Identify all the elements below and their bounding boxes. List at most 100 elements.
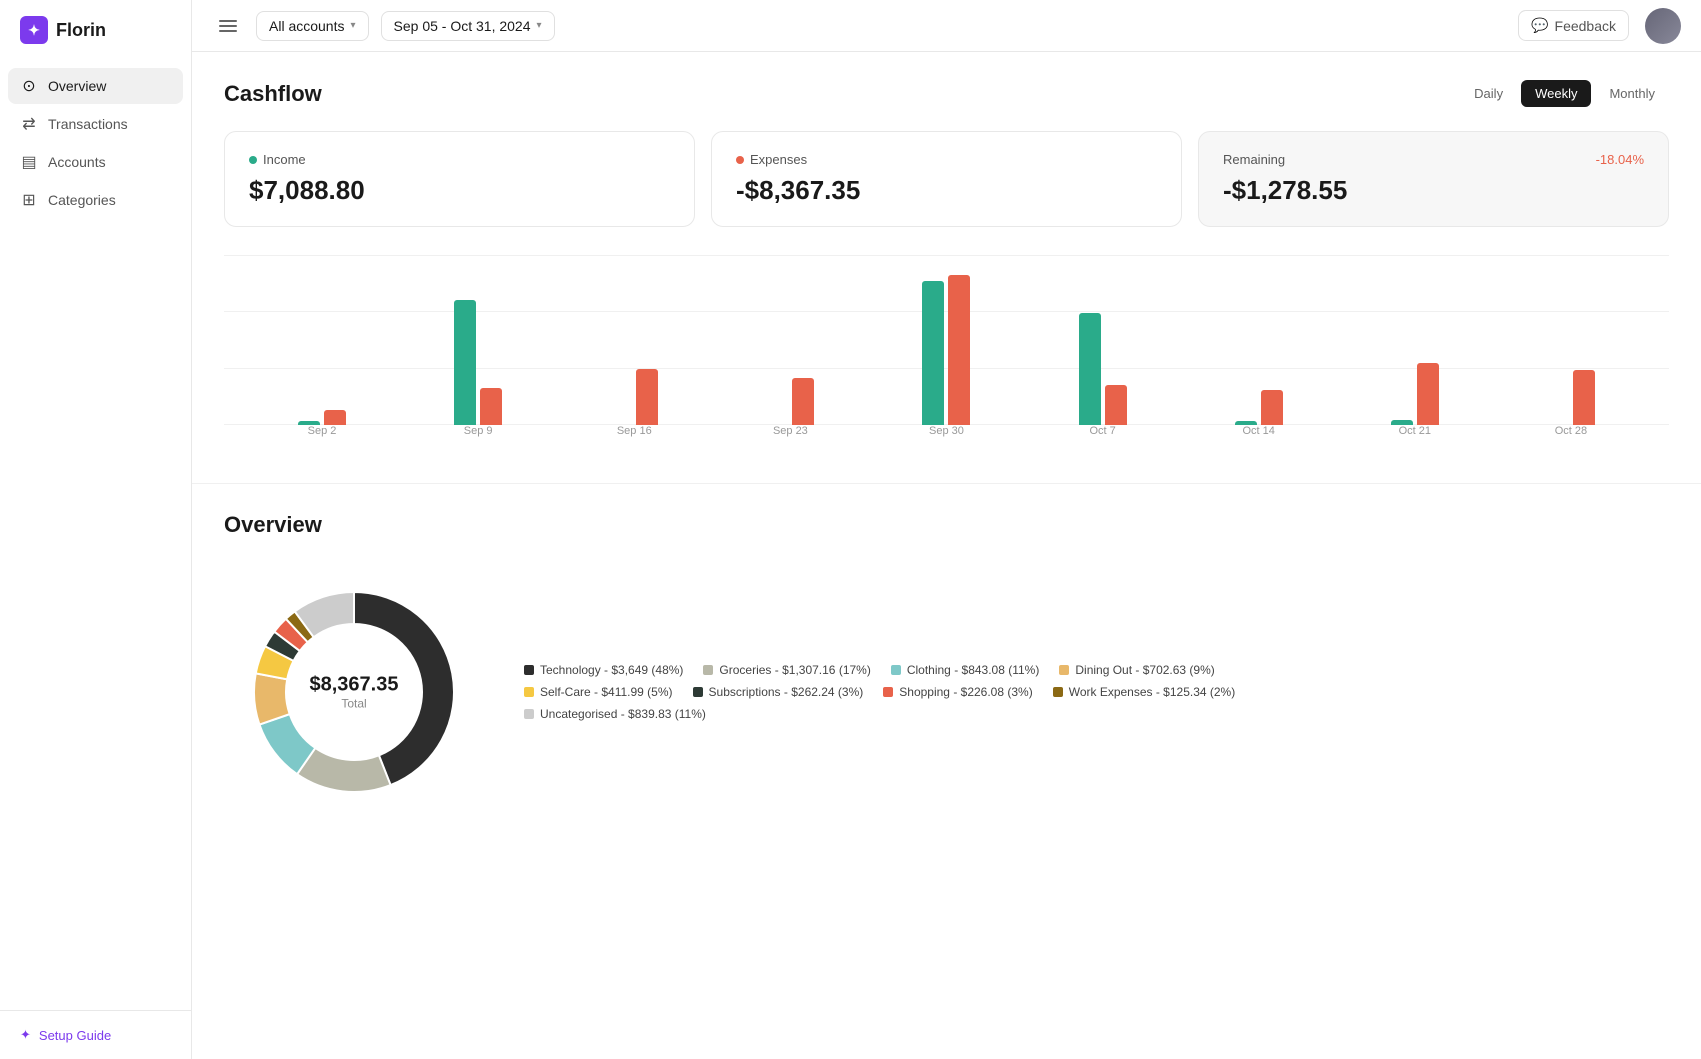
expense-bar bbox=[1573, 370, 1595, 425]
view-daily-button[interactable]: Daily bbox=[1460, 80, 1517, 107]
view-monthly-button[interactable]: Monthly bbox=[1595, 80, 1669, 107]
income-bar bbox=[1391, 420, 1413, 425]
expense-bar bbox=[1417, 363, 1439, 426]
bar-group bbox=[298, 275, 346, 425]
expense-bar bbox=[636, 369, 658, 425]
income-amount: $7,088.80 bbox=[249, 175, 670, 206]
donut-chart: $8,367.35 Total bbox=[224, 562, 484, 822]
overview-title: Overview bbox=[224, 512, 1669, 538]
legend-item: Subscriptions - $262.24 (3%) bbox=[693, 685, 864, 699]
legend-dot bbox=[693, 687, 703, 697]
bar-label: Oct 21 bbox=[1337, 425, 1493, 437]
expense-bar bbox=[324, 410, 346, 425]
expenses-card: Expenses -$8,367.35 bbox=[711, 131, 1182, 227]
feedback-label: Feedback bbox=[1555, 18, 1616, 34]
bar-group bbox=[922, 275, 970, 425]
bar-label: Oct 28 bbox=[1493, 425, 1649, 437]
donut-label: Total bbox=[310, 697, 399, 711]
expense-bar bbox=[792, 378, 814, 426]
remaining-header: Remaining -18.04% bbox=[1223, 152, 1644, 175]
legend-container: Technology - $3,649 (48%) Groceries - $1,… bbox=[524, 663, 1669, 721]
legend-item: Groceries - $1,307.16 (17%) bbox=[703, 663, 870, 677]
logo-icon: ✦ bbox=[20, 16, 48, 44]
cashflow-section: Cashflow Daily Weekly Monthly Income $7,… bbox=[192, 52, 1701, 484]
setup-guide-icon: ✦ bbox=[20, 1027, 31, 1043]
legend-dot bbox=[1059, 665, 1069, 675]
legend-label: Uncategorised - $839.83 (11%) bbox=[540, 707, 706, 721]
legend-row: Technology - $3,649 (48%) Groceries - $1,… bbox=[524, 663, 1669, 677]
income-bar bbox=[1235, 421, 1257, 425]
bar-group bbox=[1547, 275, 1595, 425]
avatar-image bbox=[1645, 8, 1681, 44]
income-bar bbox=[454, 300, 476, 425]
income-bar bbox=[298, 421, 320, 425]
bar-label: Sep 9 bbox=[400, 425, 556, 437]
overview-icon: ⊙ bbox=[20, 76, 38, 96]
view-weekly-button[interactable]: Weekly bbox=[1521, 80, 1591, 107]
expense-bar bbox=[1261, 390, 1283, 425]
topbar-right: 💬 Feedback bbox=[1518, 8, 1681, 44]
donut-segment bbox=[254, 673, 290, 724]
sidebar-toggle[interactable] bbox=[212, 10, 244, 42]
feedback-button[interactable]: 💬 Feedback bbox=[1518, 10, 1629, 41]
sidebar-item-label: Categories bbox=[48, 192, 116, 208]
legend-item: Technology - $3,649 (48%) bbox=[524, 663, 683, 677]
setup-guide-link[interactable]: ✦ Setup Guide bbox=[20, 1027, 171, 1043]
accounts-chevron-icon: ▾ bbox=[350, 20, 355, 31]
setup-guide-label: Setup Guide bbox=[39, 1028, 111, 1043]
legend-dot bbox=[524, 709, 534, 719]
sidebar-item-overview[interactable]: ⊙ Overview bbox=[8, 68, 183, 104]
expenses-label: Expenses bbox=[736, 152, 1157, 167]
date-range-dropdown[interactable]: Sep 05 - Oct 31, 2024 ▾ bbox=[381, 11, 555, 41]
sidebar-item-accounts[interactable]: ▤ Accounts bbox=[8, 144, 183, 180]
legend-dot bbox=[1053, 687, 1063, 697]
income-dot bbox=[249, 156, 257, 164]
legend-dot bbox=[703, 665, 713, 675]
bar-group bbox=[1391, 275, 1439, 425]
sidebar-item-label: Overview bbox=[48, 78, 106, 94]
donut-amount: $8,367.35 bbox=[310, 674, 399, 697]
legend-dot bbox=[883, 687, 893, 697]
sidebar-item-label: Transactions bbox=[48, 116, 128, 132]
sidebar-item-transactions[interactable]: ⇄ Transactions bbox=[8, 106, 183, 142]
categories-icon: ⊞ bbox=[20, 190, 38, 210]
summary-cards: Income $7,088.80 Expenses -$8,367.35 Rem… bbox=[224, 131, 1669, 227]
bar-group bbox=[454, 275, 502, 425]
sidebar-item-label: Accounts bbox=[48, 154, 106, 170]
overview-section: Overview $8,367.35 Total Technology - $3… bbox=[192, 484, 1701, 850]
donut-center: $8,367.35 Total bbox=[310, 674, 399, 711]
legend-row: Self-Care - $411.99 (5%) Subscriptions - … bbox=[524, 685, 1669, 699]
expense-bar bbox=[1105, 385, 1127, 425]
legend-item: Clothing - $843.08 (11%) bbox=[891, 663, 1040, 677]
sidebar-item-categories[interactable]: ⊞ Categories bbox=[8, 182, 183, 218]
remaining-amount: -$1,278.55 bbox=[1223, 175, 1644, 206]
app-name: Florin bbox=[56, 20, 106, 41]
legend-dot bbox=[891, 665, 901, 675]
cashflow-header: Cashflow Daily Weekly Monthly bbox=[224, 80, 1669, 107]
legend-item: Dining Out - $702.63 (9%) bbox=[1059, 663, 1214, 677]
content-area: Cashflow Daily Weekly Monthly Income $7,… bbox=[192, 52, 1701, 1059]
legend-label: Groceries - $1,307.16 (17%) bbox=[719, 663, 870, 677]
remaining-card: Remaining -18.04% -$1,278.55 bbox=[1198, 131, 1669, 227]
cashflow-chart: Sep 2Sep 9Sep 16Sep 23Sep 30Oct 7Oct 14O… bbox=[224, 255, 1669, 455]
expenses-amount: -$8,367.35 bbox=[736, 175, 1157, 206]
bar-group bbox=[1079, 275, 1127, 425]
income-label: Income bbox=[249, 152, 670, 167]
sidebar-nav: ⊙ Overview ⇄ Transactions ▤ Accounts ⊞ C… bbox=[0, 60, 191, 226]
legend-item: Self-Care - $411.99 (5%) bbox=[524, 685, 673, 699]
logo: ✦ Florin bbox=[0, 0, 191, 60]
legend-label: Work Expenses - $125.34 (2%) bbox=[1069, 685, 1236, 699]
remaining-label: Remaining bbox=[1223, 152, 1285, 167]
legend-row: Uncategorised - $839.83 (11%) bbox=[524, 707, 1669, 721]
legend-label: Technology - $3,649 (48%) bbox=[540, 663, 683, 677]
accounts-dropdown-label: All accounts bbox=[269, 18, 344, 34]
cashflow-title: Cashflow bbox=[224, 81, 322, 107]
bar-group bbox=[1235, 275, 1283, 425]
topbar: All accounts ▾ Sep 05 - Oct 31, 2024 ▾ 💬… bbox=[192, 0, 1701, 52]
accounts-dropdown[interactable]: All accounts ▾ bbox=[256, 11, 369, 41]
feedback-icon: 💬 bbox=[1531, 17, 1548, 34]
legend-item: Shopping - $226.08 (3%) bbox=[883, 685, 1032, 699]
sidebar: ✦ Florin ⊙ Overview ⇄ Transactions ▤ Acc… bbox=[0, 0, 192, 1059]
user-avatar[interactable] bbox=[1645, 8, 1681, 44]
expenses-dot bbox=[736, 156, 744, 164]
